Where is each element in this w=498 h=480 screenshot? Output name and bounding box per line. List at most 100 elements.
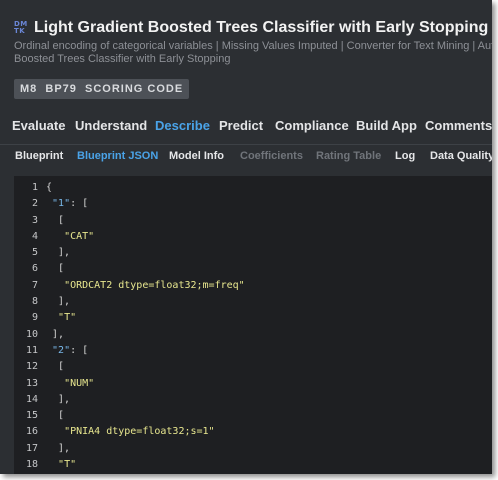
tab-predict[interactable]: Predict: [219, 112, 263, 144]
code-text: ],: [46, 245, 70, 261]
model-title: Light Gradient Boosted Trees Classifier …: [34, 19, 489, 36]
line-number: 11: [25, 344, 38, 356]
json-punctuation: [46, 231, 64, 242]
line-number: 3: [31, 214, 38, 226]
code-text: {: [46, 180, 52, 196]
json-punctuation: [46, 312, 58, 323]
code-line: 2 "1": [: [14, 196, 492, 212]
code-line: 10 ],: [14, 327, 492, 343]
line-number: 6: [31, 263, 38, 275]
json-string: "NUM": [64, 377, 95, 389]
line-number: 1: [31, 182, 38, 193]
json-key: "2": [52, 344, 71, 356]
code-text: "T": [46, 457, 76, 473]
line-number: 17: [25, 442, 38, 454]
line-number: 9: [31, 312, 38, 324]
title-row: DM TK Light Gradient Boosted Trees Class…: [14, 18, 488, 38]
code-text: [: [46, 408, 64, 424]
line-number: 10: [25, 328, 38, 340]
code-text: [: [46, 359, 64, 375]
code-line: 4 "CAT": [14, 229, 492, 245]
code-line: 15 [: [14, 408, 492, 424]
code-text: "PNIA4 dtype=float32;s=1": [46, 424, 215, 440]
code-line: 11 "2": [: [14, 343, 492, 359]
json-punctuation: [46, 426, 64, 437]
code-text: ],: [46, 441, 70, 457]
line-number: 5: [31, 247, 38, 259]
tab-build-app[interactable]: Build App: [356, 112, 417, 144]
subtab-rating-table[interactable]: Rating Table: [316, 145, 381, 169]
subtab-coefficients[interactable]: Coefficients: [240, 145, 303, 169]
code-line: 6 [: [14, 261, 492, 277]
json-string: "CAT": [64, 230, 95, 242]
code-text: [: [46, 261, 64, 277]
json-punctuation: ],: [46, 296, 71, 308]
code-line: 8 ],: [14, 294, 492, 310]
json-key: "1": [52, 198, 71, 210]
json-punctuation: ],: [46, 442, 71, 454]
subtab-blueprint-json[interactable]: Blueprint JSON: [77, 145, 158, 169]
line-number: 7: [31, 279, 38, 291]
code-text: [: [46, 213, 64, 229]
json-code-editor[interactable]: 1{2 "1": [3 [4 "CAT" 5 ], 6 [7 "ORDCAT2 dt…: [14, 176, 492, 474]
tab-compliance[interactable]: Compliance: [275, 112, 349, 144]
code-text: ],: [46, 327, 64, 343]
line-number: 8: [31, 296, 38, 308]
model-badge: M8 BP79 SCORING CODE: [14, 79, 190, 99]
subtab-blueprint[interactable]: Blueprint: [15, 145, 63, 169]
code-line: 12 [: [14, 359, 492, 375]
line-number: 14: [25, 393, 38, 405]
code-line: 16 "PNIA4 dtype=float32;s=1": [14, 424, 492, 440]
code-line: 18 "T": [14, 457, 492, 473]
json-punctuation: : [: [70, 198, 89, 210]
line-number: 16: [25, 426, 38, 438]
json-punctuation: ],: [46, 393, 71, 405]
line-number: 18: [25, 459, 38, 471]
code-line: 17 ],: [14, 441, 492, 457]
json-punctuation: ],: [46, 247, 71, 259]
code-line: 1{: [14, 180, 492, 196]
code-line: 14 ],: [14, 392, 492, 408]
code-text: ],: [46, 294, 70, 310]
json-string: "PNIA4 dtype=float32;s=1": [64, 426, 215, 438]
sub-tab-bar: Blueprint Blueprint JSON Model Info Coef…: [0, 145, 492, 169]
json-string: "T": [58, 312, 77, 324]
subtab-data-quality[interactable]: Data Quality: [430, 145, 492, 169]
code-line: 13 "NUM": [14, 376, 492, 392]
code-line: 9 "T": [14, 310, 492, 326]
code-line: 3 [: [14, 213, 492, 229]
code-text: "1": [: [46, 196, 88, 212]
subtab-model-info[interactable]: Model Info: [169, 145, 224, 169]
code-line: 7 "ORDCAT2 dtype=float32;m=freq": [14, 278, 492, 294]
json-punctuation: ],: [46, 328, 65, 340]
json-string: "T": [58, 459, 77, 471]
tab-evaluate[interactable]: Evaluate: [12, 112, 65, 144]
code-text: ],: [46, 392, 70, 408]
description-line-1: Ordinal encoding of categorical variable…: [14, 40, 492, 52]
json-punctuation: [46, 459, 58, 470]
line-number: 15: [25, 410, 38, 422]
tab-comments[interactable]: Comments: [425, 112, 492, 144]
model-panel: DM TK Light Gradient Boosted Trees Class…: [0, 0, 492, 474]
json-punctuation: {: [46, 182, 53, 193]
line-number: 13: [25, 377, 38, 389]
tab-understand[interactable]: Understand: [75, 112, 147, 144]
code-text: "NUM": [46, 376, 94, 392]
line-number: 12: [25, 361, 38, 373]
code-text: "CAT": [46, 229, 94, 245]
line-number: 2: [31, 198, 38, 210]
subtab-log[interactable]: Log: [395, 145, 415, 169]
json-string: "ORDCAT2 dtype=float32;m=freq": [64, 279, 245, 291]
json-punctuation: [46, 378, 64, 389]
model-description: Ordinal encoding of categorical variable…: [14, 40, 492, 66]
json-punctuation: [: [46, 361, 65, 373]
json-punctuation: : [: [70, 344, 89, 356]
code-text: "T": [46, 310, 76, 326]
tab-describe[interactable]: Describe: [155, 112, 210, 144]
code-text: "2": [: [46, 343, 88, 359]
main-tab-bar: Evaluate Understand Describe Predict Com…: [0, 112, 492, 145]
json-punctuation: [: [46, 263, 65, 275]
json-punctuation: [: [46, 410, 65, 422]
datarobot-logo-icon: DM TK: [14, 20, 28, 36]
json-punctuation: [46, 280, 64, 291]
